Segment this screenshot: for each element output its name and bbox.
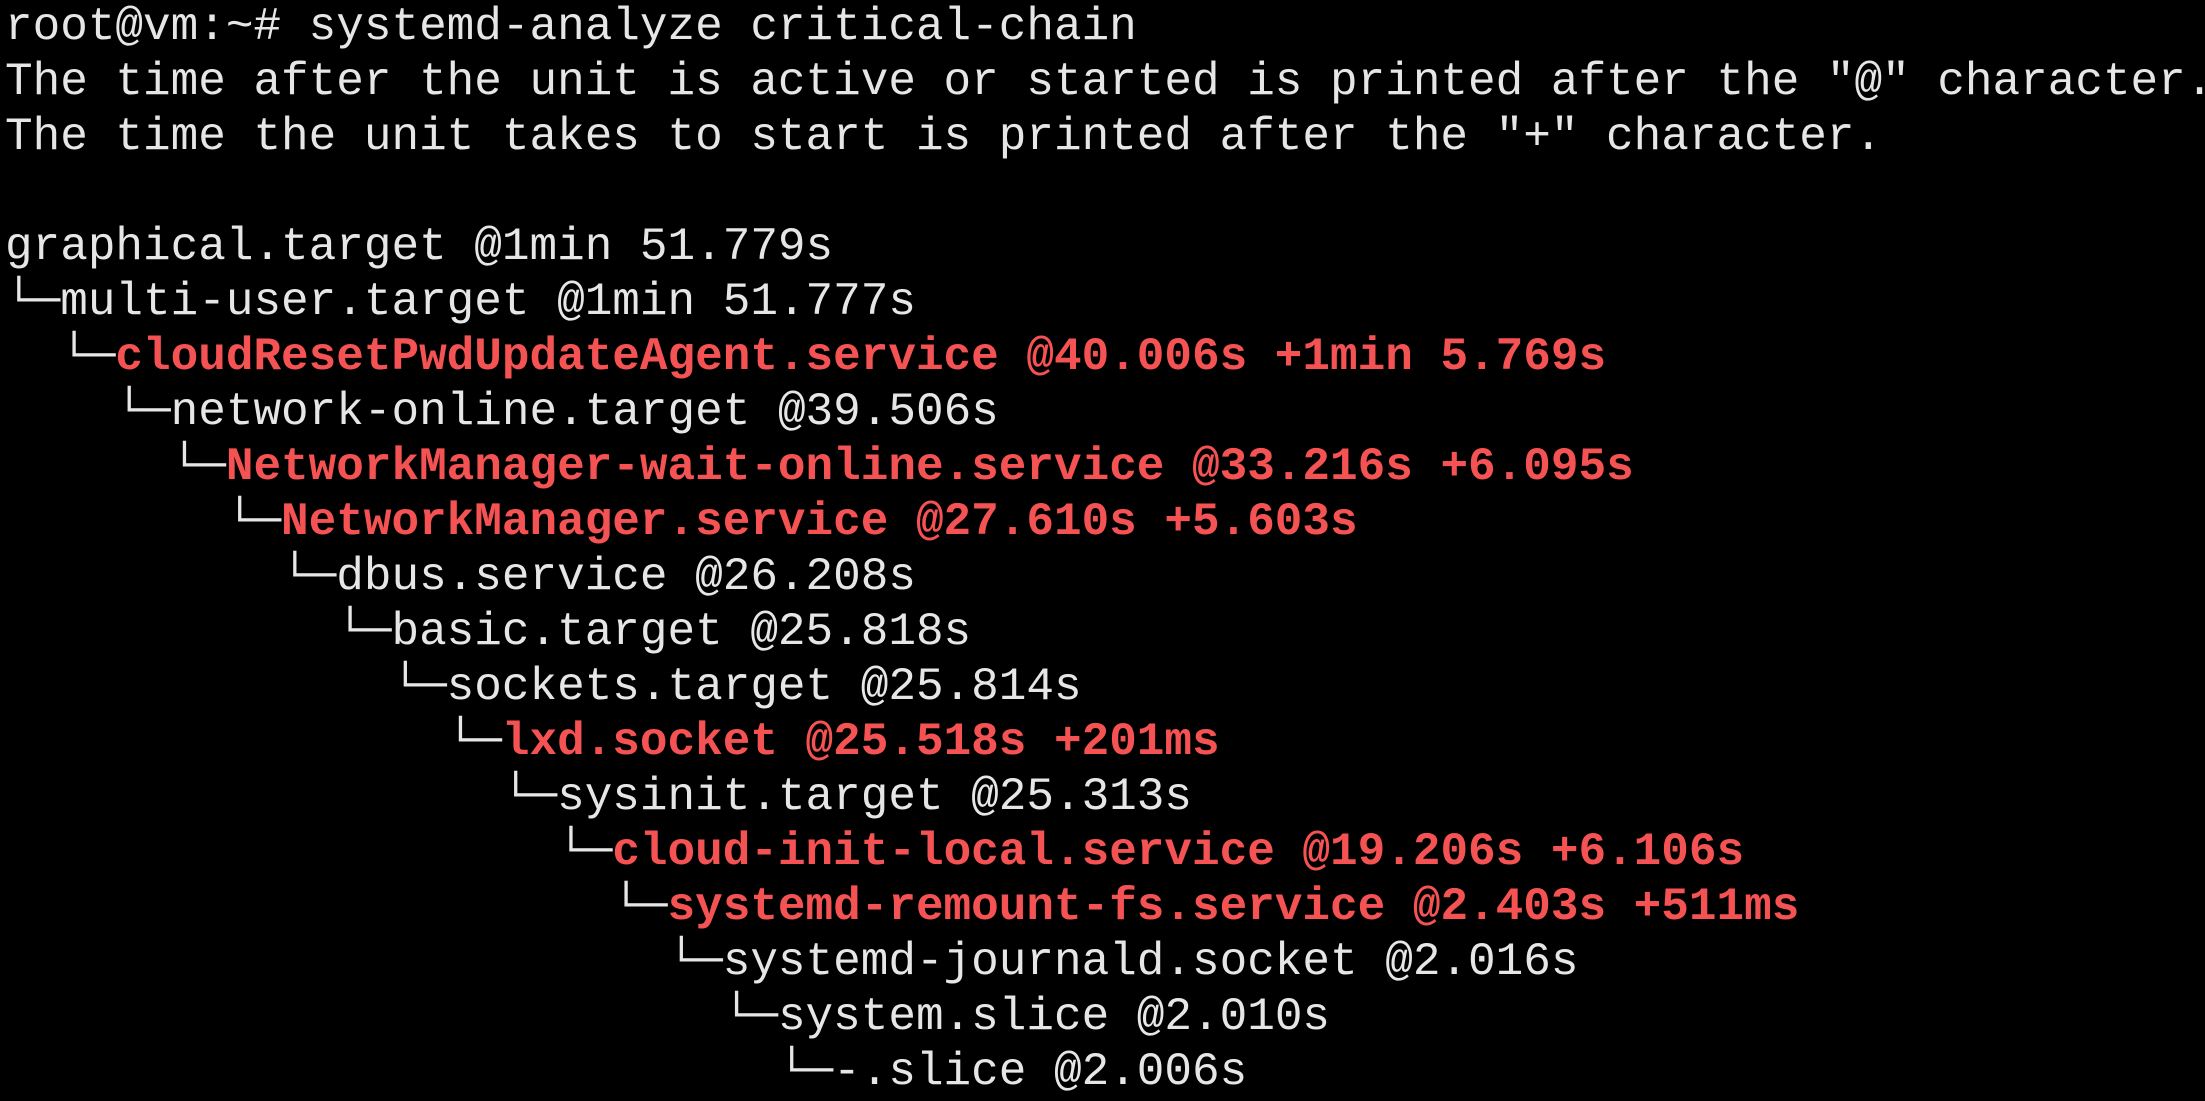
chain-row: └─systemd-remount-fs.service @2.403s +51… [5,880,1799,935]
chain-row: └─basic.target @25.818s [5,605,971,660]
chain-unit-slow: NetworkManager.service @27.610s +5.603s [281,496,1358,548]
chain-unit: dbus.service @26.208s [336,551,916,603]
chain-unit: sysinit.target @25.313s [557,771,1192,823]
chain-unit: graphical.target @1min 51.779s [5,221,834,273]
tree-connector: └─ [5,496,282,548]
tree-connector: └─ [5,386,171,438]
terminal-window[interactable]: root@vm:~# systemd-analyze critical-chai… [5,0,2205,1101]
chain-unit: sockets.target @25.814s [446,661,1082,713]
info-line-at: The time after the unit is active or sta… [5,56,2205,108]
chain-row: └─dbus.service @26.208s [5,550,916,605]
chain-row: └─cloudResetPwdUpdateAgent.service @40.0… [5,330,1606,385]
chain-row: └─NetworkManager.service @27.610s +5.603… [5,495,1358,550]
tree-connector: └─ [5,661,447,713]
tree-connector: └─ [5,826,613,878]
tree-connector: └─ [5,991,778,1043]
chain-unit: multi-user.target @1min 51.777s [60,276,916,328]
command-prompt-line: root@vm:~# systemd-analyze critical-chai… [5,1,1137,53]
info-line-plus: The time the unit takes to start is prin… [5,111,1883,163]
chain-row: └─network-online.target @39.506s [5,385,999,440]
tree-connector: └─ [5,881,668,933]
chain-row: graphical.target @1min 51.779s [5,220,833,275]
tree-connector: └─ [5,716,502,768]
chain-unit-slow: cloud-init-local.service @19.206s +6.106… [612,826,1745,878]
chain-unit: -.slice @2.006s [833,1046,1248,1098]
chain-row: └─NetworkManager-wait-online.service @33… [5,440,1634,495]
tree-connector: └─ [5,551,337,603]
tree-connector: └─ [5,936,723,988]
chain-unit-slow: NetworkManager-wait-online.service @33.2… [225,441,1634,493]
tree-connector: └─ [5,606,392,658]
chain-unit-slow: cloudResetPwdUpdateAgent.service @40.006… [115,331,1607,383]
chain-unit: system.slice @2.010s [777,991,1331,1043]
chain-row: └─sysinit.target @25.313s [5,770,1192,825]
chain-row: └─systemd-journald.socket @2.016s [5,935,1579,990]
tree-connector: └─ [5,1046,834,1098]
chain-unit: systemd-journald.socket @2.016s [722,936,1579,988]
tree-connector: └─ [5,276,61,328]
chain-unit-slow: systemd-remount-fs.service @2.403s +511m… [667,881,1800,933]
chain-unit: basic.target @25.818s [391,606,972,658]
chain-unit-slow: lxd.socket @25.518s +201ms [501,716,1220,768]
chain-row: └─-.slice @2.006s [5,1045,1247,1100]
chain-unit: network-online.target @39.506s [170,386,999,438]
chain-row: └─cloud-init-local.service @19.206s +6.1… [5,825,1744,880]
tree-connector: └─ [5,441,226,493]
tree-connector: └─ [5,771,558,823]
chain-row: └─sockets.target @25.814s [5,660,1082,715]
chain-row: └─lxd.socket @25.518s +201ms [5,715,1220,770]
tree-connector: └─ [5,331,116,383]
chain-row: └─system.slice @2.010s [5,990,1330,1045]
chain-row: └─multi-user.target @1min 51.777s [5,275,916,330]
